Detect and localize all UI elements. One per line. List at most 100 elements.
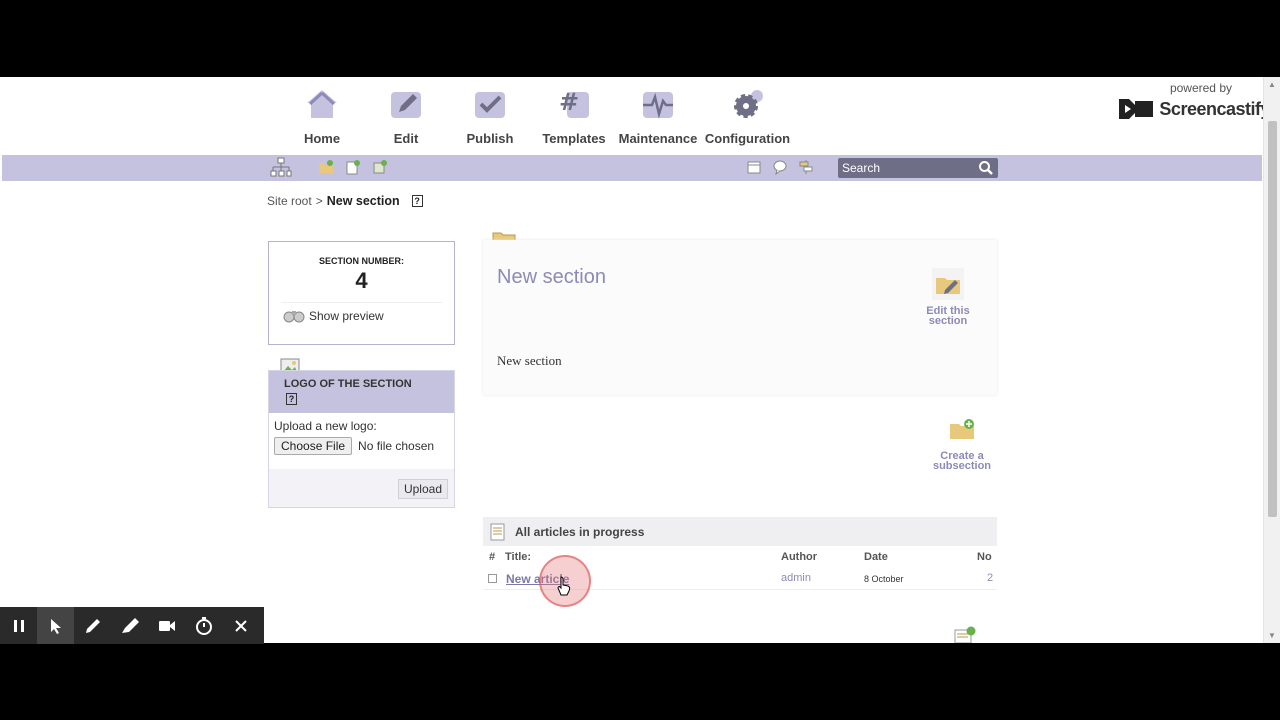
section-number-label: SECTION NUMBER: xyxy=(319,256,404,266)
timer-button[interactable] xyxy=(185,607,222,644)
article-number: 2 xyxy=(987,572,994,584)
col-hash: # xyxy=(489,551,496,563)
sign-icon[interactable] xyxy=(798,159,814,175)
row-checkbox[interactable] xyxy=(488,574,497,583)
scroll-up-icon[interactable]: ▲ xyxy=(1268,80,1276,89)
show-preview-label: Show preview xyxy=(309,309,384,323)
pencil-icon xyxy=(364,85,448,123)
create-subsection-button[interactable]: Create a subsection xyxy=(930,413,994,472)
create-subsection-line2: subsection xyxy=(932,460,992,472)
home-icon xyxy=(280,85,364,123)
col-title[interactable]: Title: xyxy=(505,551,531,563)
pulse-icon xyxy=(616,85,700,123)
edit-section-line2: section xyxy=(928,315,968,327)
logo-panel-title: LOGO OF THE SECTION xyxy=(284,378,412,390)
pause-icon xyxy=(13,619,24,632)
article-date: 8 October xyxy=(864,574,904,584)
watermark-brand: Screencastify xyxy=(1159,98,1270,119)
stopwatch-icon xyxy=(195,616,212,635)
nav-maintenance[interactable]: Maintenance xyxy=(616,85,700,155)
nav-templates-label: Templates xyxy=(542,131,606,146)
create-folder-icon xyxy=(946,413,978,445)
no-file-text: No file chosen xyxy=(358,439,435,453)
toolbar xyxy=(2,155,1262,181)
col-date[interactable]: Date xyxy=(864,551,888,563)
section-number-value: 4 xyxy=(355,268,368,293)
section-description: New section xyxy=(497,353,562,368)
scrollbar-thumb[interactable] xyxy=(1268,121,1277,517)
pointer-icon xyxy=(50,618,61,634)
logo-panel-body: Upload a new logo: Choose File No file c… xyxy=(269,413,454,469)
nav-publish[interactable]: Publish xyxy=(448,85,532,155)
articles-header-title: All articles in progress xyxy=(515,524,645,539)
screencastify-watermark: powered by Screencastify xyxy=(1117,81,1270,123)
cursor-tool-button[interactable] xyxy=(37,607,74,644)
divider xyxy=(281,302,442,303)
breadcrumb-root[interactable]: Site root xyxy=(267,194,312,208)
highlighter-icon xyxy=(121,617,139,633)
col-no[interactable]: No xyxy=(977,551,992,563)
svg-text:#: # xyxy=(559,88,579,116)
show-preview-link[interactable]: Show preview xyxy=(283,308,384,324)
nav-maintenance-label: Maintenance xyxy=(618,131,698,146)
main-navigation: Home Edit Publish # Templates Maintenanc… xyxy=(280,85,795,155)
check-icon xyxy=(448,85,532,123)
choose-file-button[interactable]: Choose File xyxy=(274,437,353,455)
video-camera-icon xyxy=(158,620,175,631)
article-list-icon xyxy=(490,523,505,540)
pen-icon xyxy=(85,618,100,633)
nav-home-label: Home xyxy=(303,131,341,146)
articles-header: All articles in progress xyxy=(483,517,997,546)
upload-logo-label: Upload a new logo: xyxy=(274,419,377,433)
gear-icon xyxy=(700,85,795,123)
hash-icon: # xyxy=(532,85,616,123)
search-icon[interactable] xyxy=(978,160,994,176)
new-folder-icon[interactable] xyxy=(318,159,334,175)
edit-section-button[interactable]: Edit this section xyxy=(919,268,977,327)
camera-button[interactable] xyxy=(148,607,185,644)
comment-icon[interactable] xyxy=(772,159,788,175)
section-number-box: SECTION NUMBER: 4 Show preview xyxy=(268,241,455,345)
binoculars-icon xyxy=(283,311,305,323)
close-button[interactable] xyxy=(222,607,259,644)
pen-tool-button[interactable] xyxy=(74,607,111,644)
search-input[interactable] xyxy=(838,161,968,175)
calendar-icon[interactable] xyxy=(746,159,762,175)
upload-button[interactable]: Upload xyxy=(397,479,448,499)
col-author[interactable]: Author xyxy=(781,551,817,563)
hand-cursor-icon xyxy=(557,576,571,596)
close-icon xyxy=(234,619,247,632)
new-page-icon[interactable] xyxy=(345,159,361,175)
recorder-toolbar xyxy=(0,607,264,644)
browser-viewport: Home Edit Publish # Templates Maintenanc… xyxy=(0,77,1280,643)
section-logo-panel: LOGO OF THE SECTION ? Upload a new logo:… xyxy=(268,370,455,508)
new-link-icon[interactable] xyxy=(372,159,388,175)
nav-configuration[interactable]: Configuration xyxy=(700,85,795,155)
section-panel: New section New section Edit this sectio… xyxy=(483,240,997,395)
logo-help-icon[interactable]: ? xyxy=(286,393,297,405)
article-author: admin xyxy=(781,572,811,584)
nav-home[interactable]: Home xyxy=(280,85,364,155)
scroll-down-icon[interactable]: ▼ xyxy=(1268,631,1276,640)
search-box xyxy=(838,158,998,178)
nav-edit-label: Edit xyxy=(393,131,419,146)
sitemap-icon[interactable] xyxy=(270,157,292,179)
breadcrumb: Site root > New section ? xyxy=(267,194,423,208)
logo-panel-header: LOGO OF THE SECTION ? xyxy=(269,371,454,413)
nav-publish-label: Publish xyxy=(466,131,514,146)
watermark-powered: powered by xyxy=(1169,81,1232,95)
vertical-scrollbar[interactable]: ▲ ▼ xyxy=(1263,77,1280,643)
edit-folder-icon xyxy=(932,268,964,300)
nav-configuration-label: Configuration xyxy=(704,131,791,146)
pause-button[interactable] xyxy=(0,607,37,644)
create-article-icon[interactable] xyxy=(954,626,976,643)
nav-templates[interactable]: # Templates xyxy=(532,85,616,155)
section-title: New section xyxy=(497,266,606,288)
camera-logo-icon xyxy=(1119,99,1154,119)
highlighter-tool-button[interactable] xyxy=(111,607,148,644)
breadcrumb-separator: > xyxy=(315,194,323,208)
help-icon[interactable]: ? xyxy=(411,195,423,207)
nav-edit[interactable]: Edit xyxy=(364,85,448,155)
file-input-row: Choose File No file chosen xyxy=(274,437,449,455)
breadcrumb-current: New section xyxy=(326,194,400,208)
